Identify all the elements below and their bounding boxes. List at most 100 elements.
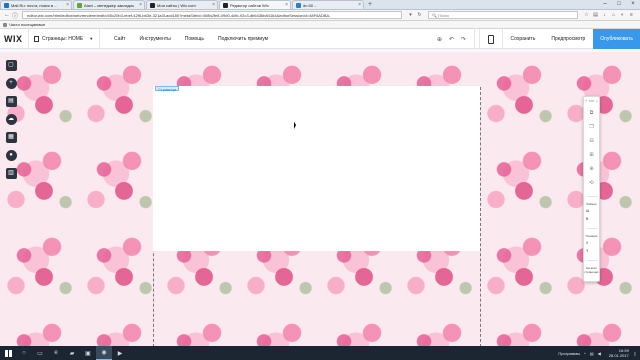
window-controls: – □ × [598,0,640,10]
publish-button[interactable]: Опубликовать [593,29,640,49]
browser-tab[interactable]: Мои сайты | Wix.com × [146,0,218,9]
page-selector[interactable]: Страницы: HOME ▼ [28,28,100,49]
close-icon[interactable]: × [139,2,142,8]
duplicate-icon[interactable]: ❐ [588,123,596,131]
clock[interactable]: 16:59 28.01.2017 [609,348,629,358]
tab-label: Редактор сайтов Wix [230,2,269,8]
menu-tools[interactable]: Инструменты [140,36,171,42]
task-view-icon: ▭ [37,350,43,357]
y-field[interactable]: Y [584,249,599,253]
close-icon[interactable]: × [596,99,598,103]
tab-label: Мои сайты | Wix.com [157,2,196,8]
inspector-panel: ? 100 × ⧉ ❐ ⊟ ⊞ ⊕ ⟲ Размер Ш В Позиция X… [583,96,600,282]
close-icon[interactable]: × [358,2,361,8]
taskbar-app[interactable]: ▭ [32,346,48,360]
browser-tab-active[interactable]: Редактор сайтов Wix × [219,0,291,9]
height-field[interactable]: В [584,217,599,221]
search-input[interactable]: 🔍 Поиск [428,11,578,19]
taskbar-app[interactable]: ▣ [80,346,96,360]
size-label: Размер [586,202,597,206]
media-icon: ▶ [117,350,123,357]
menu-icon[interactable]: ≡ [627,12,636,18]
close-icon[interactable]: × [285,2,288,8]
wix-topbar: WIX Страницы: HOME ▼ Сайт Инструменты По… [0,28,640,49]
upload-icon: ☁ [8,116,14,122]
minimize-icon[interactable]: – [598,0,612,10]
page-favicon-icon [296,2,301,8]
x-field[interactable]: X [584,241,599,245]
network-icon[interactable]: ▤ [590,351,594,356]
divider [585,228,598,229]
start-button[interactable] [0,346,16,360]
preview-button[interactable]: Предпросмотр [543,29,593,49]
editor-canvas[interactable]: Страница [0,49,640,346]
taskbar-app[interactable]: ○ [16,346,32,360]
zoom-icon[interactable]: ⊕ [434,36,446,43]
new-tab-button[interactable]: + [365,0,375,9]
firefox-icon: ◉ [101,350,107,356]
tab-label: dn 60 ... [303,2,318,8]
app-market-icon: ▦ [8,134,14,140]
close-window-icon[interactable]: × [626,0,640,10]
info-icon[interactable]: ⓘ [11,11,19,20]
browser-toolbar: ← ⓘ editor.wix.com/html/editor/web/rende… [0,10,640,21]
arrange-icon[interactable]: ⧉ [588,109,596,117]
notifications-icon[interactable]: ▯ [634,351,636,356]
bookmark-item[interactable]: Часто посещаемые [3,22,45,27]
align-icon[interactable]: ⊟ [588,137,596,145]
atavi-favicon-icon [77,2,82,8]
maximize-icon[interactable]: □ [612,0,626,10]
page-content-area[interactable] [153,86,480,251]
mobile-view-toggle[interactable] [478,29,503,49]
menu-help[interactable]: Помощь [185,36,204,42]
scrollbar[interactable] [631,169,636,249]
save-button[interactable]: Сохранить [503,29,544,49]
taskbar-app[interactable]: ▰ [64,346,80,360]
taskbar-app[interactable]: e [48,346,64,360]
redo-icon[interactable]: ↷ [458,36,470,43]
wix-logo[interactable]: WIX [0,34,26,44]
chevron-down-icon: ▼ [89,36,94,41]
browser-tab[interactable]: dn 60 ... × [292,0,364,9]
download-icon[interactable]: ↓ [600,12,609,18]
windows-icon [4,349,12,357]
rotate-icon[interactable]: ⟲ [588,179,596,187]
width-field[interactable]: Ш [584,209,599,213]
close-icon[interactable]: × [212,2,215,8]
bookmark-star-icon[interactable]: ☆ [582,12,591,18]
undo-icon[interactable]: ↶ [446,36,458,43]
match-size-icon[interactable]: ⊕ [588,165,596,173]
volume-icon[interactable]: ◀ [598,351,601,356]
upload-button[interactable]: ☁ [5,114,17,125]
help-icon[interactable]: ? [585,99,587,103]
chat-button[interactable]: ● [5,150,17,161]
home-icon[interactable]: ⌂ [609,12,618,18]
gridline-right [480,87,481,346]
pocket-icon[interactable]: ◐ [618,12,627,18]
bookmarks-icon[interactable]: ▤ [591,12,600,18]
dropdown-icon[interactable]: ▾ [406,12,415,18]
store-icon: ▥ [8,170,14,176]
browser-tab[interactable]: Atavi – менеджер закладок × [73,0,145,9]
menu-premium[interactable]: Подключить премиум [218,36,268,42]
address-bar[interactable]: editor.wix.com/html/editor/web/renderer/… [22,11,402,19]
add-button[interactable]: + [5,78,17,89]
distribute-icon[interactable]: ⊞ [588,151,596,159]
tray-label[interactable]: Программы [558,351,580,356]
pages-button[interactable]: ▤ [5,96,17,107]
menu-site[interactable]: Сайт [114,36,126,42]
close-icon[interactable]: × [66,2,69,8]
app-market-button[interactable]: ▦ [5,132,17,143]
canvas-top-strip [0,49,640,52]
page-tag: Страница [155,86,180,92]
back-icon[interactable]: ← [3,12,11,18]
browser-tab[interactable]: Mail.Ru: почта, поиск в ... × [0,0,72,9]
background-button[interactable]: ▢ [5,60,17,71]
store-button[interactable]: ▥ [5,168,17,179]
taskbar-app-firefox[interactable]: ◉ [96,346,112,360]
chevron-up-icon[interactable]: ^ [584,351,586,356]
show-on-all-pages-toggle[interactable]: На всех страницах [584,266,599,274]
tab-label: Mail.Ru: почта, поиск в ... [11,2,58,8]
reload-icon[interactable]: ↻ [415,12,424,18]
taskbar-app[interactable]: ▶ [112,346,128,360]
